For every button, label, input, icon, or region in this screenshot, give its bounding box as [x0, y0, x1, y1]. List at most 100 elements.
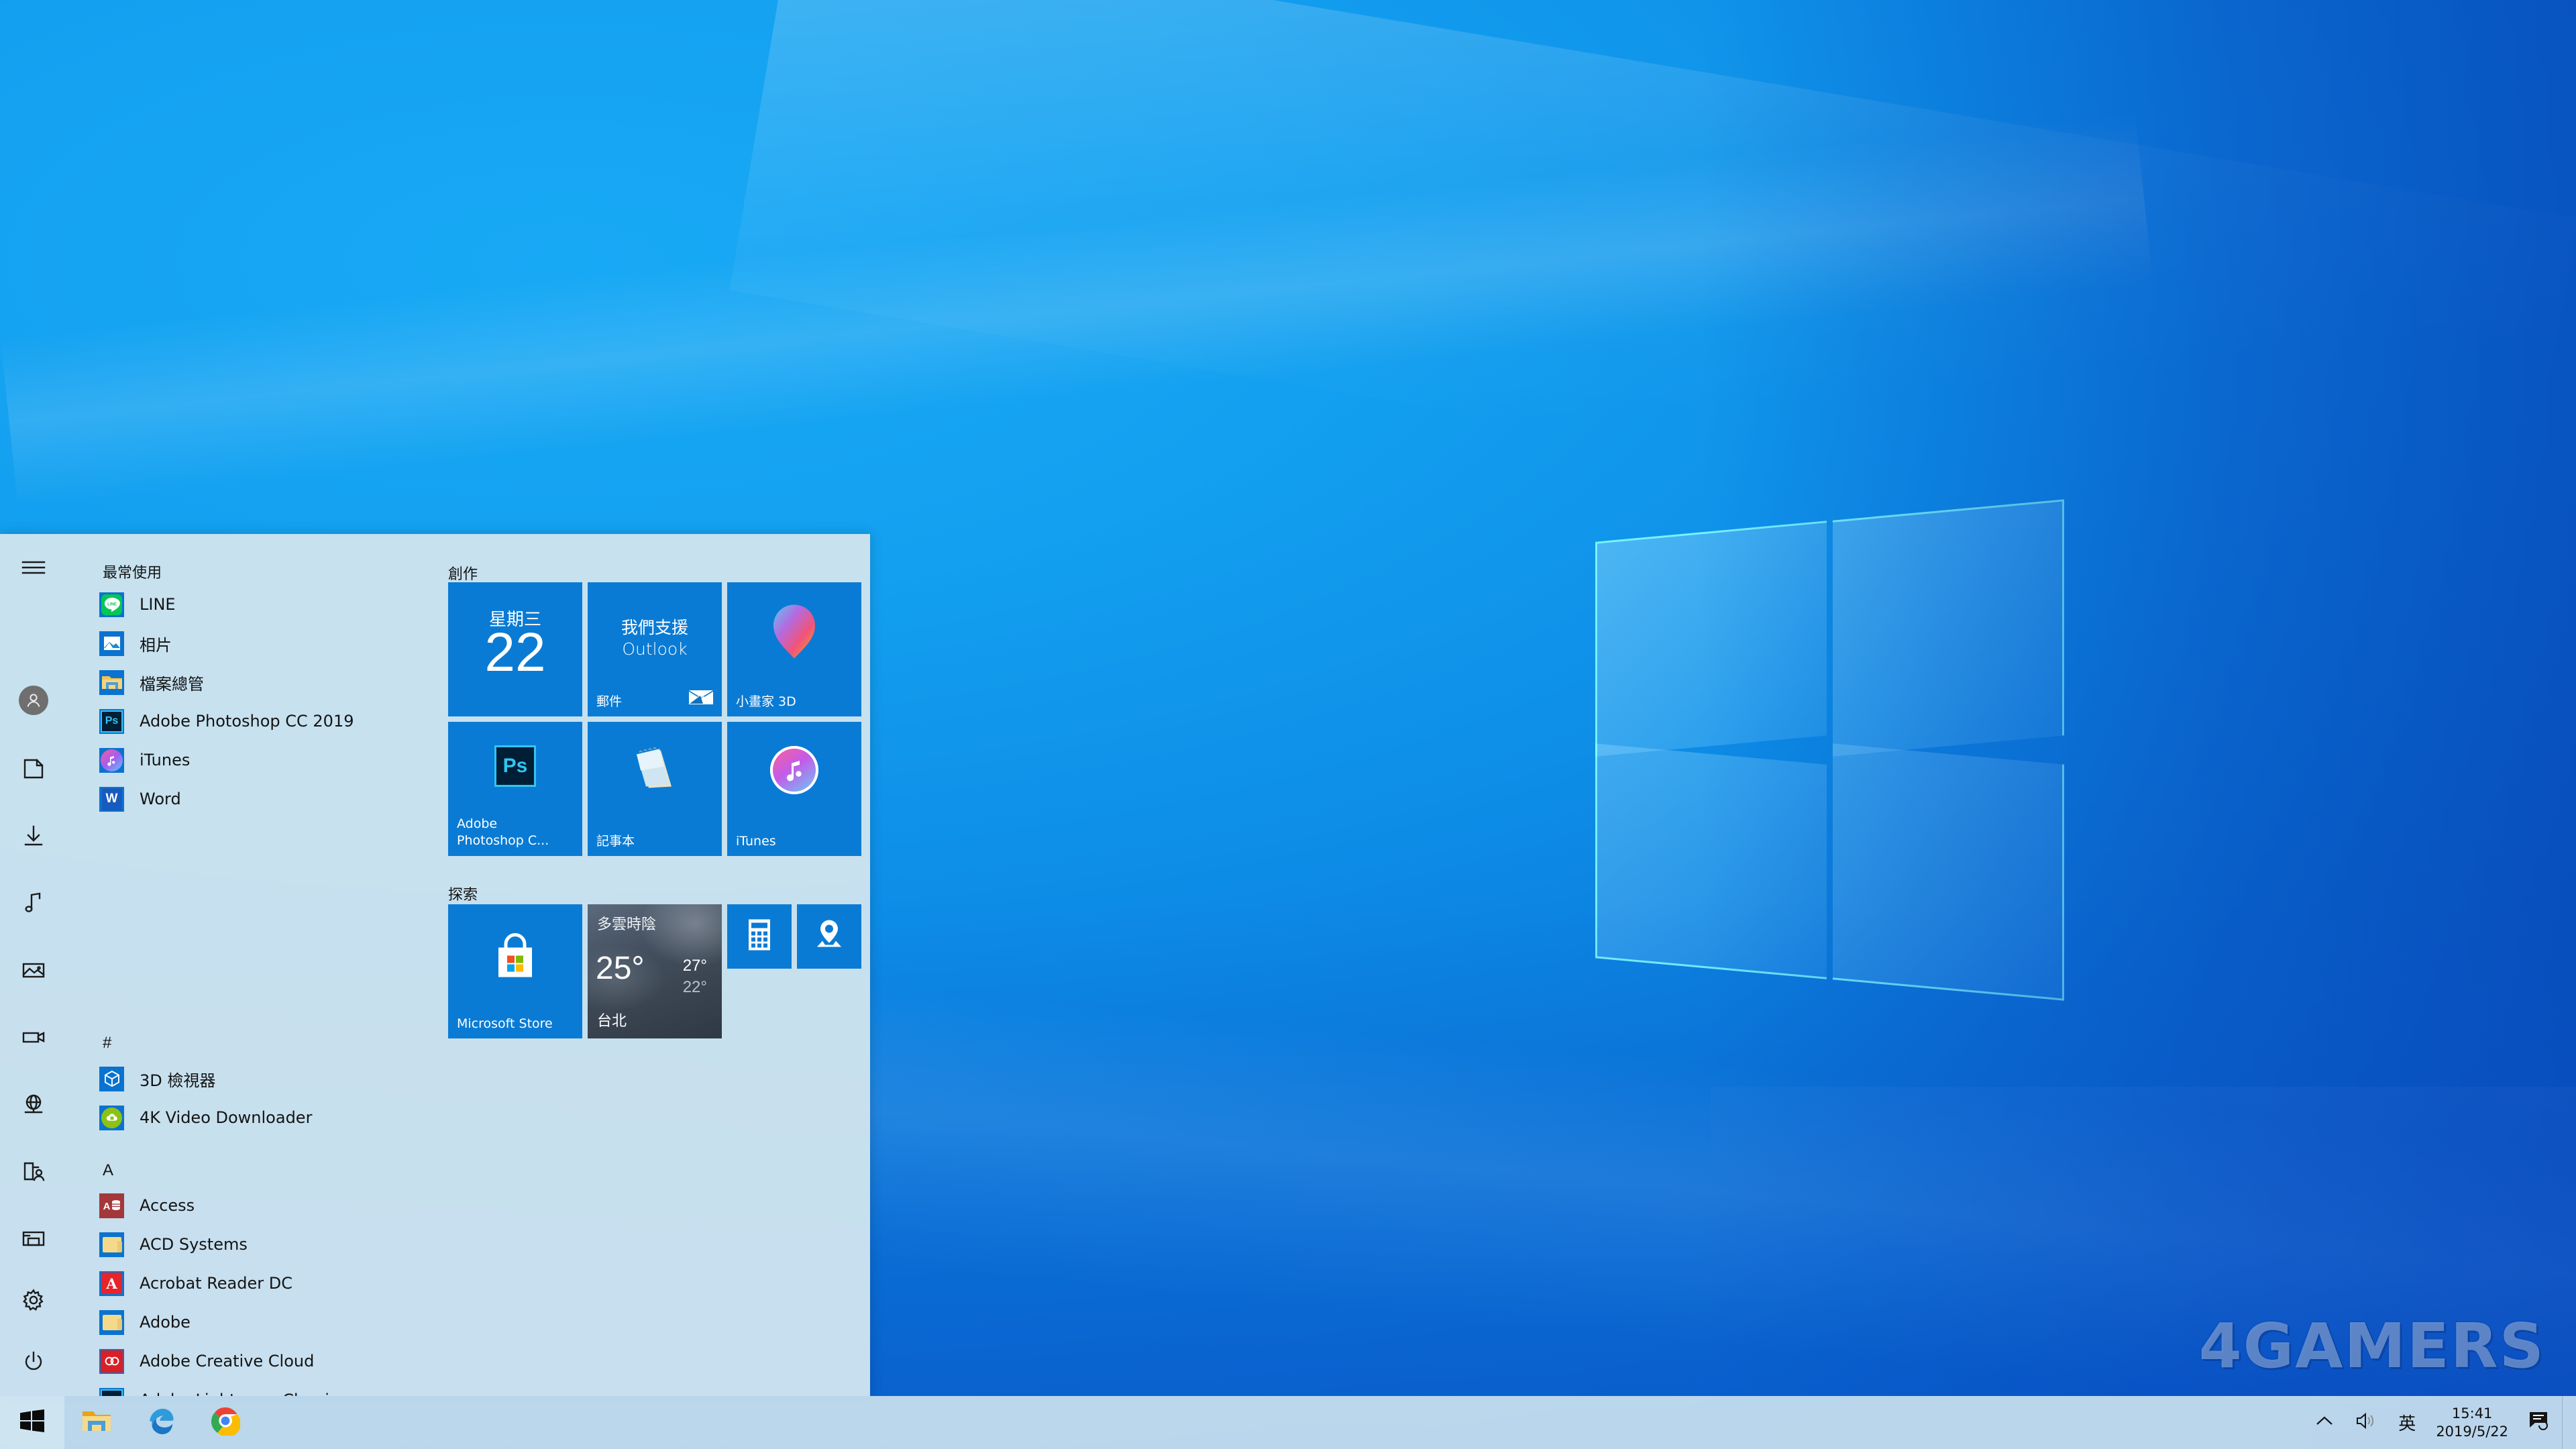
- input-language-button[interactable]: 英: [2387, 1396, 2426, 1449]
- weather-tile[interactable]: 多雲時陰 25° 27° 22° 台北: [588, 904, 722, 1038]
- sidebar-item-network[interactable]: [0, 1071, 67, 1138]
- taskbar[interactable]: 英 15:41 2019/5/22: [0, 1396, 2576, 1449]
- calendar-tile[interactable]: 星期三 22: [448, 582, 582, 716]
- tile-area[interactable]: 創作 星期三 22 我們支援 Outlook 郵件 小畫家 3D Ps Adob…: [436, 534, 870, 1396]
- weather-condition: 多雲時陰: [597, 916, 657, 933]
- list-item[interactable]: 檔案總管: [99, 663, 435, 702]
- list-item-label: Adobe Creative Cloud: [140, 1352, 315, 1371]
- sidebar-item-power[interactable]: [0, 1328, 67, 1395]
- sidebar-item-music[interactable]: [0, 869, 67, 936]
- photoshop-icon: Ps: [99, 708, 124, 734]
- photoshop-tile[interactable]: Ps Adobe Photoshop C...: [448, 722, 582, 856]
- list-item-label: 4K Video Downloader: [140, 1108, 313, 1127]
- list-item[interactable]: Ps Adobe Photoshop CC 2019: [99, 702, 435, 741]
- list-item-label: ACD Systems: [140, 1235, 248, 1254]
- list-item-label: Adobe Photoshop CC 2019: [140, 712, 354, 731]
- folder-icon: [99, 1232, 124, 1257]
- clock[interactable]: 15:41 2019/5/22: [2426, 1396, 2518, 1449]
- weather-current-temp: 25°: [596, 951, 645, 986]
- show-desktop-button[interactable]: [2562, 1396, 2571, 1449]
- folder-icon: [99, 1309, 124, 1335]
- weather-city: 台北: [597, 1013, 627, 1030]
- sidebar-item-pictures[interactable]: [0, 936, 67, 1004]
- creative-cloud-icon: [99, 1348, 124, 1374]
- list-item[interactable]: Adobe Creative Cloud: [99, 1342, 435, 1381]
- store-icon: [489, 929, 541, 987]
- list-item[interactable]: Lr Adobe Lightroom Classic: [99, 1381, 435, 1396]
- download-icon: [23, 824, 44, 847]
- homegroup-icon: [21, 1229, 46, 1248]
- list-item[interactable]: LINE LINE: [99, 585, 435, 624]
- list-item[interactable]: iTunes: [99, 741, 435, 780]
- list-item-label: 3D 檢視器: [140, 1071, 216, 1090]
- volume-icon: [2355, 1412, 2377, 1433]
- windows-logo-icon: [20, 1409, 44, 1436]
- sidebar-item-personal-folder[interactable]: [0, 1138, 67, 1205]
- chrome-taskbar-button[interactable]: [193, 1396, 258, 1449]
- network-globe-icon: [21, 1093, 46, 1115]
- calculator-tile[interactable]: [727, 904, 792, 969]
- list-item[interactable]: 3D 檢視器: [99, 1059, 435, 1098]
- gear-icon: [22, 1289, 45, 1311]
- itunes-icon: [99, 747, 124, 773]
- start-button[interactable]: [0, 1396, 64, 1449]
- action-center-icon: [2528, 1411, 2551, 1434]
- sidebar-item-downloads[interactable]: [0, 802, 67, 869]
- list-item[interactable]: A Access: [99, 1186, 435, 1225]
- alpha-header-a[interactable]: A: [103, 1161, 113, 1180]
- microsoft-store-tile[interactable]: Microsoft Store: [448, 904, 582, 1038]
- list-item[interactable]: A Acrobat Reader DC: [99, 1264, 435, 1303]
- hamburger-menu-button[interactable]: [0, 534, 67, 601]
- list-item[interactable]: 4K Video Downloader: [99, 1098, 435, 1137]
- itunes-icon: [770, 746, 818, 794]
- tile-label: 小畫家 3D: [736, 694, 796, 709]
- list-item-label: 檔案總管: [140, 674, 204, 694]
- chrome-icon: [211, 1406, 241, 1439]
- tile-label-line1: Adobe: [457, 816, 498, 831]
- tile-label: 郵件: [596, 694, 623, 709]
- clock-date: 2019/5/22: [2436, 1423, 2508, 1440]
- maps-tile[interactable]: [797, 904, 861, 969]
- tile-group-title: 創作: [448, 566, 478, 583]
- sidebar-item-homegroup[interactable]: [0, 1205, 67, 1272]
- clock-time: 15:41: [2451, 1405, 2493, 1421]
- list-item-label: 相片: [140, 635, 172, 655]
- sidebar-item-settings[interactable]: [0, 1267, 67, 1334]
- sidebar-item-user-account[interactable]: [0, 667, 67, 734]
- 3d-viewer-icon: [99, 1066, 124, 1091]
- start-menu[interactable]: 最常使用 LINE LINE 相片 檔案總管 Ps Adobe Photosho…: [0, 534, 870, 1396]
- system-tray[interactable]: 英 15:41 2019/5/22: [2304, 1396, 2576, 1449]
- tile-label: Microsoft Store: [457, 1016, 553, 1031]
- calendar-day-number: 22: [484, 622, 546, 683]
- paint-3d-tile[interactable]: 小畫家 3D: [727, 582, 861, 716]
- paint3d-icon: [769, 602, 819, 665]
- map-pin-icon: [814, 919, 845, 955]
- edge-taskbar-button[interactable]: [129, 1396, 193, 1449]
- show-hidden-icons-button[interactable]: [2304, 1396, 2345, 1449]
- line-icon: LINE: [99, 592, 124, 617]
- notepad-tile[interactable]: 記事本: [588, 722, 722, 856]
- avatar: [19, 686, 48, 715]
- action-center-button[interactable]: [2518, 1396, 2562, 1449]
- photos-icon: [99, 631, 124, 656]
- power-icon: [23, 1351, 44, 1373]
- video-camera-icon: [21, 1028, 46, 1046]
- itunes-tile[interactable]: iTunes: [727, 722, 861, 856]
- list-item-label: Adobe Lightroom Classic: [140, 1391, 338, 1396]
- app-list[interactable]: 最常使用 LINE LINE 相片 檔案總管 Ps Adobe Photosho…: [67, 534, 436, 1396]
- list-item[interactable]: 相片: [99, 624, 435, 663]
- sidebar-item-documents[interactable]: [0, 735, 67, 802]
- file-explorer-taskbar-button[interactable]: [64, 1396, 129, 1449]
- alpha-header-hash[interactable]: #: [103, 1034, 111, 1053]
- list-item[interactable]: ACD Systems: [99, 1225, 435, 1264]
- sidebar-item-videos[interactable]: [0, 1004, 67, 1071]
- tile-label-line2: Photoshop C...: [457, 833, 549, 848]
- svg-text:LINE: LINE: [107, 603, 117, 607]
- mail-tile[interactable]: 我們支援 Outlook 郵件: [588, 582, 722, 716]
- list-item[interactable]: W Word: [99, 780, 435, 818]
- list-item[interactable]: Adobe: [99, 1303, 435, 1342]
- notepad-icon: [631, 747, 678, 794]
- 4k-video-downloader-icon: [99, 1105, 124, 1130]
- file-explorer-icon: [81, 1408, 112, 1437]
- volume-button[interactable]: [2345, 1396, 2387, 1449]
